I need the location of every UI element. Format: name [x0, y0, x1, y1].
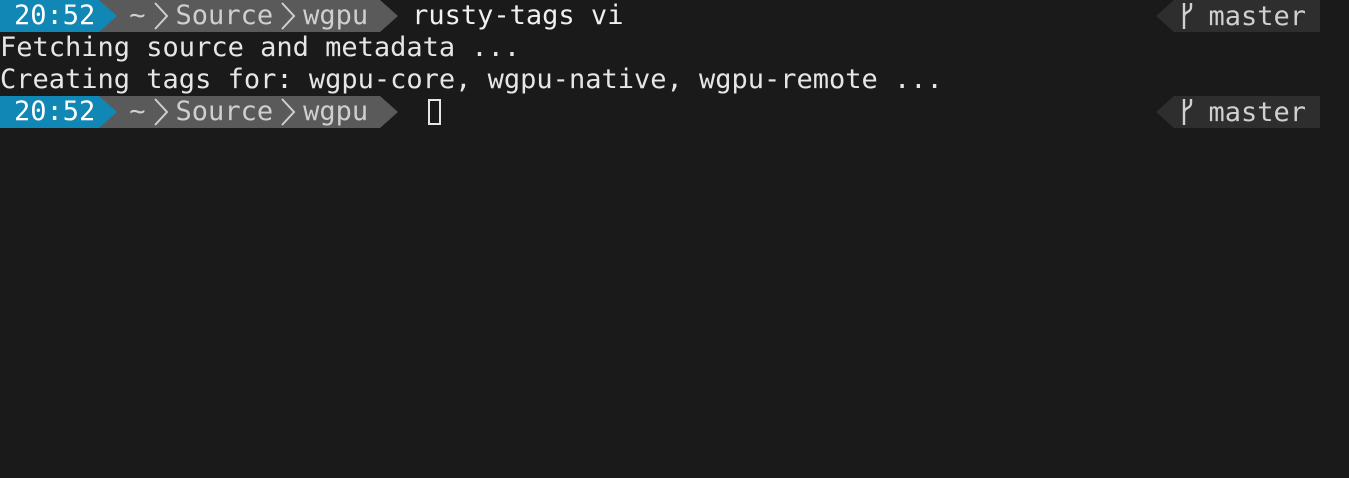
git-status-segment: master	[1156, 96, 1320, 128]
path-wgpu: wgpu	[303, 0, 369, 31]
prompt-line-1: 20:52 ~ Source wgpu rusty-tags vi	[0, 0, 623, 32]
powerline-arrow-left	[1156, 0, 1175, 32]
prompt-path: ~ Source wgpu	[117, 96, 381, 128]
powerline-arrow	[99, 96, 118, 128]
git-branch-icon	[1180, 99, 1194, 125]
text-cursor	[428, 99, 442, 125]
branch-name: master	[1208, 0, 1306, 32]
git-status-segment: master	[1156, 0, 1320, 32]
prompt-path: ~ Source wgpu	[117, 0, 381, 32]
path-home: ~	[129, 96, 146, 127]
powerline-arrow	[99, 0, 118, 32]
prompt-time: 20:52	[0, 0, 100, 32]
chevron-right-icon	[150, 0, 172, 32]
branch-name: master	[1208, 96, 1306, 128]
path-wgpu: wgpu	[303, 96, 369, 127]
git-branch: master	[1174, 96, 1320, 128]
path-home: ~	[129, 0, 146, 31]
command-input[interactable]	[398, 96, 412, 128]
git-branch-icon	[1180, 3, 1194, 29]
chevron-right-icon	[150, 96, 172, 128]
prompt-line-2: 20:52 ~ Source wgpu	[0, 96, 442, 128]
path-source: Source	[175, 96, 274, 127]
path-source: Source	[175, 0, 274, 31]
git-branch: master	[1174, 0, 1320, 32]
command-text: rusty-tags vi	[412, 0, 624, 31]
prompt-time: 20:52	[0, 96, 100, 128]
powerline-arrow	[380, 0, 399, 32]
output-line: Creating tags for: wgpu-core, wgpu-nativ…	[0, 64, 943, 95]
powerline-arrow-left	[1156, 96, 1175, 128]
chevron-right-icon	[277, 96, 299, 128]
chevron-right-icon	[277, 0, 299, 32]
terminal-window[interactable]: 20:52 ~ Source wgpu rusty-tags vi master F…	[0, 0, 1349, 478]
output-line: Fetching source and metadata ...	[0, 32, 521, 63]
powerline-arrow	[380, 96, 399, 128]
